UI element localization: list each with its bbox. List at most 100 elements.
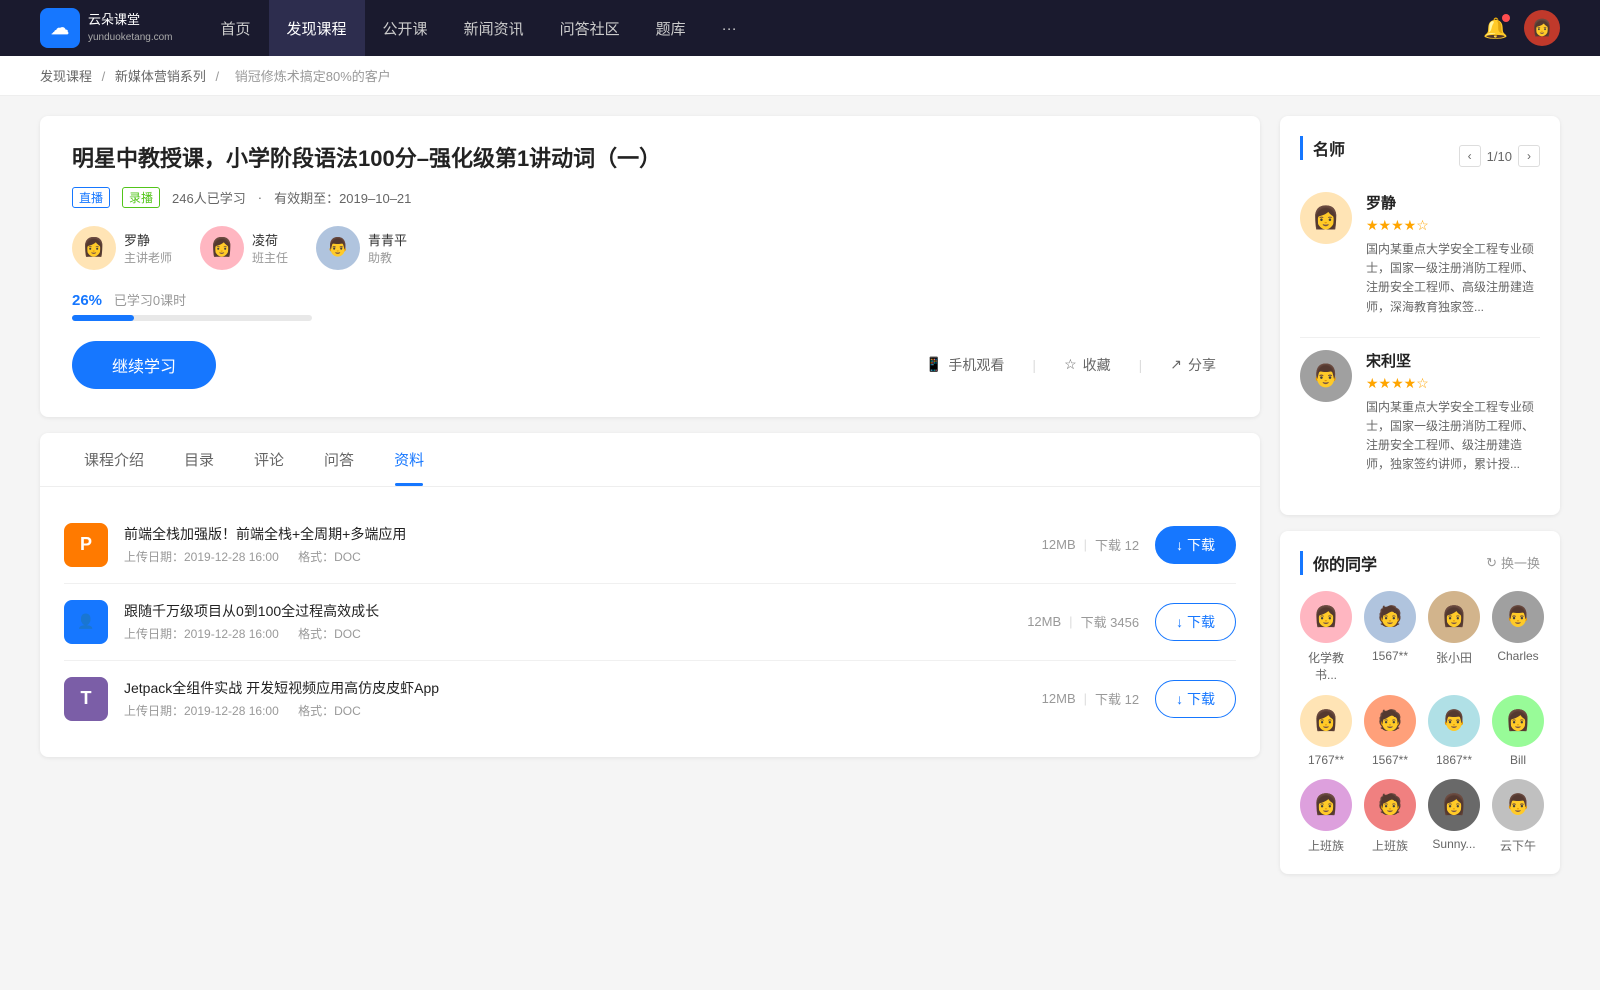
tab-intro[interactable]: 课程介绍 <box>64 433 164 486</box>
resource-info-2: Jetpack全组件实战 开发短视频应用高仿皮皮虾App 上传日期：2019-1… <box>124 678 1026 719</box>
resource-icon-1: 👤 <box>64 600 108 644</box>
teachers-prev-button[interactable]: ‹ <box>1459 145 1481 167</box>
classmate-name-8: 上班族 <box>1308 837 1344 854</box>
teachers-title-row: 名师 ‹ 1/10 › <box>1300 136 1540 176</box>
instructor-2: 👨 青青平 助教 <box>316 226 407 270</box>
instructor-avatar-2: 👨 <box>316 226 360 270</box>
classmate-item-10: 👩 Sunny... <box>1428 779 1480 854</box>
instructor-name-1: 凌荷 <box>252 230 288 249</box>
dot-sep: · <box>258 190 262 205</box>
teachers-card: 名师 ‹ 1/10 › 👩 罗静 ★★★★☆ 国内某重点大学安全工程专业硕士 <box>1280 116 1560 515</box>
tab-review[interactable]: 评论 <box>234 433 304 486</box>
sidebar: 名师 ‹ 1/10 › 👩 罗静 ★★★★☆ 国内某重点大学安全工程专业硕士 <box>1280 116 1560 874</box>
resource-item-2: T Jetpack全组件实战 开发短视频应用高仿皮皮虾App 上传日期：2019… <box>64 661 1236 737</box>
resource-icon-2: T <box>64 677 108 721</box>
progress-percent: 26% <box>72 292 102 309</box>
nav-item-news[interactable]: 新闻资讯 <box>446 0 542 56</box>
teachers-page-indicator: 1/10 <box>1487 149 1512 164</box>
download-button-2[interactable]: ↓ 下载 <box>1155 680 1236 718</box>
nav-item-more[interactable]: ··· <box>704 0 755 56</box>
classmate-avatar-4[interactable]: 👩 <box>1300 695 1352 747</box>
progress-sub: 已学习0课时 <box>114 293 186 308</box>
tab-resources[interactable]: 资料 <box>374 433 444 486</box>
teacher-desc-0: 国内某重点大学安全工程专业硕士，国家一级注册消防工程师、注册安全工程师、高级注册… <box>1366 240 1540 317</box>
teacher-stars-1: ★★★★☆ <box>1366 375 1540 392</box>
instructor-avatar-1: 👩 <box>200 226 244 270</box>
instructor-name-2: 青青平 <box>368 230 407 249</box>
breadcrumb-series[interactable]: 新媒体营销系列 <box>115 69 206 84</box>
classmate-avatar-5[interactable]: 🧑 <box>1364 695 1416 747</box>
nav-item-home[interactable]: 首页 <box>203 0 269 56</box>
teacher-info-1: 宋利坚 ★★★★☆ 国内某重点大学安全工程专业硕士，国家一级注册消防工程师、注册… <box>1366 350 1540 475</box>
tab-qa[interactable]: 问答 <box>304 433 374 486</box>
resource-meta-1: 上传日期：2019-12-28 16:00 格式：DOC <box>124 625 1011 642</box>
instructors: 👩 罗静 主讲老师 👩 凌荷 班主任 <box>72 226 1228 270</box>
download-button-0[interactable]: ↓ 下载 <box>1155 526 1236 564</box>
classmate-item-0: 👩 化学教书... <box>1300 591 1352 683</box>
teacher-desc-1: 国内某重点大学安全工程专业硕士，国家一级注册消防工程师、注册安全工程师、级注册建… <box>1366 398 1540 475</box>
classmate-name-4: 1767** <box>1308 753 1344 767</box>
classmate-avatar-6[interactable]: 👨 <box>1428 695 1480 747</box>
share-button[interactable]: ↗ 分享 <box>1158 347 1228 383</box>
course-card: 明星中教授课，小学阶段语法100分–强化级第1讲动词（一） 直播 录播 246人… <box>40 116 1260 417</box>
instructor-avatar-0: 👩 <box>72 226 116 270</box>
progress-bar-fill <box>72 315 134 321</box>
refresh-label: 换一换 <box>1501 553 1540 572</box>
breadcrumb-current: 销冠修炼术搞定80%的客户 <box>235 69 391 84</box>
main-layout: 明星中教授课，小学阶段语法100分–强化级第1讲动词（一） 直播 录播 246人… <box>0 96 1600 894</box>
instructor-role-2: 助教 <box>368 249 407 266</box>
classmate-item-3: 👨 Charles <box>1492 591 1544 683</box>
classmate-avatar-11[interactable]: 👨 <box>1492 779 1544 831</box>
instructor-role-0: 主讲老师 <box>124 249 172 266</box>
classmate-name-7: Bill <box>1510 753 1526 767</box>
logo-icon: ☁ <box>40 8 80 48</box>
instructor-name-0: 罗静 <box>124 230 172 249</box>
instructor-1: 👩 凌荷 班主任 <box>200 226 288 270</box>
nav-item-opencourse[interactable]: 公开课 <box>365 0 446 56</box>
classmate-avatar-7[interactable]: 👩 <box>1492 695 1544 747</box>
classmates-card: 你的同学 ↻ 换一换 👩 化学教书... 🧑 1567** 👩 张小田 <box>1280 531 1560 874</box>
mobile-icon: 📱 <box>925 356 942 373</box>
classmate-name-0: 化学教书... <box>1300 649 1352 683</box>
refresh-classmates-button[interactable]: ↻ 换一换 <box>1486 553 1540 572</box>
classmates-header: 你的同学 ↻ 换一换 <box>1300 551 1540 575</box>
download-button-1[interactable]: ↓ 下载 <box>1155 603 1236 641</box>
nav-item-discover[interactable]: 发现课程 <box>269 0 365 56</box>
refresh-icon: ↻ <box>1486 555 1497 571</box>
resource-name-1: 跟随千万级项目从0到100全过程高效成长 <box>124 601 1011 621</box>
nav-item-quiz[interactable]: 题库 <box>638 0 704 56</box>
classmate-item-11: 👨 云下午 <box>1492 779 1544 854</box>
logo[interactable]: ☁ 云朵课堂yunduoketang.com <box>40 8 173 48</box>
teacher-name-0: 罗静 <box>1366 192 1540 213</box>
teacher-name-1: 宋利坚 <box>1366 350 1540 371</box>
classmate-name-2: 张小田 <box>1436 649 1472 666</box>
mobile-watch-label: 手机观看 <box>948 355 1004 375</box>
share-icon: ↗ <box>1170 356 1182 373</box>
teacher-info-0: 罗静 ★★★★☆ 国内某重点大学安全工程专业硕士，国家一级注册消防工程师、注册安… <box>1366 192 1540 317</box>
notification-bell[interactable]: 🔔 <box>1483 16 1508 41</box>
mobile-watch-button[interactable]: 📱 手机观看 <box>913 347 1016 383</box>
resource-info-0: 前端全栈加强版！前端全栈+全周期+多端应用 上传日期：2019-12-28 16… <box>124 524 1026 565</box>
continue-learning-button[interactable]: 继续学习 <box>72 341 216 389</box>
classmate-name-1: 1567** <box>1372 649 1408 663</box>
classmate-item-5: 🧑 1567** <box>1364 695 1416 767</box>
classmate-avatar-0[interactable]: 👩 <box>1300 591 1352 643</box>
user-avatar[interactable]: 👩 <box>1524 10 1560 46</box>
instructor-role-1: 班主任 <box>252 249 288 266</box>
resource-stats-0: 12MB | 下载 12 <box>1042 535 1139 554</box>
favorite-button[interactable]: ☆ 收藏 <box>1052 347 1123 383</box>
classmate-avatar-8[interactable]: 👩 <box>1300 779 1352 831</box>
nav-item-qa[interactable]: 问答社区 <box>542 0 638 56</box>
classmate-avatar-1[interactable]: 🧑 <box>1364 591 1416 643</box>
classmate-avatar-9[interactable]: 🧑 <box>1364 779 1416 831</box>
teachers-next-button[interactable]: › <box>1518 145 1540 167</box>
classmate-avatar-2[interactable]: 👩 <box>1428 591 1480 643</box>
breadcrumb-discover[interactable]: 发现课程 <box>40 69 92 84</box>
classmate-avatar-10[interactable]: 👩 <box>1428 779 1480 831</box>
instructor-0: 👩 罗静 主讲老师 <box>72 226 172 270</box>
share-label: 分享 <box>1188 355 1216 375</box>
tab-catalog[interactable]: 目录 <box>164 433 234 486</box>
classmate-item-2: 👩 张小田 <box>1428 591 1480 683</box>
student-count: 246人已学习 <box>172 188 246 207</box>
classmate-avatar-3[interactable]: 👨 <box>1492 591 1544 643</box>
